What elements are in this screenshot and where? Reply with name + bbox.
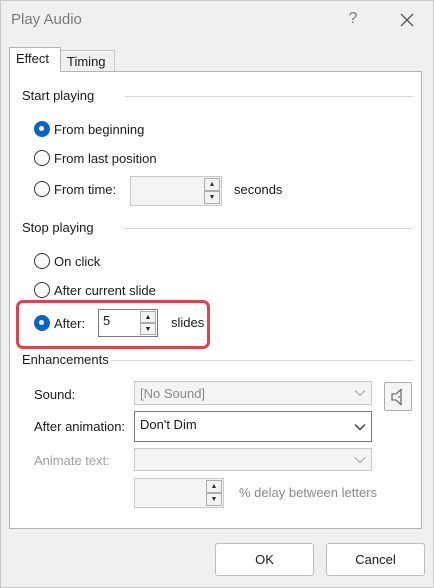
spin-down-icon[interactable]: ▼ (206, 493, 222, 506)
after-slides-spin-buttons: ▲ ▼ (140, 311, 156, 335)
radio-after-current-slide-label: After current slide (54, 282, 156, 298)
enhancements-divider (111, 360, 413, 361)
radio-from-last-position[interactable]: From last position (34, 148, 157, 168)
speaker-icon (391, 387, 402, 406)
tab-effect[interactable]: Effect (9, 47, 61, 72)
radio-button (34, 253, 50, 269)
spin-up-icon[interactable]: ▲ (204, 178, 220, 191)
radio-from-time-label: From time: (54, 181, 117, 197)
radio-button (34, 282, 50, 298)
seconds-label: seconds (234, 182, 283, 197)
stop-playing-divider (123, 228, 413, 229)
spin-down-icon[interactable]: ▼ (204, 191, 220, 204)
after-slides-spinner[interactable]: 5 ▲ ▼ (98, 309, 158, 337)
dialog-title: Play Audio (11, 11, 82, 28)
animate-text-dropdown[interactable] (134, 448, 372, 471)
sound-value: [No Sound] (140, 386, 206, 401)
radio-after[interactable]: After: (34, 313, 85, 333)
from-time-spin-buttons: ▲ ▼ (204, 178, 220, 204)
slides-label: slides (171, 315, 205, 330)
tab-effect-label: Effect (16, 51, 50, 66)
after-slides-value: 5 (103, 313, 111, 328)
chevron-down-icon (349, 412, 371, 441)
chevron-down-icon (349, 449, 371, 470)
ok-button[interactable]: OK (215, 543, 314, 576)
stop-playing-heading: Stop playing (22, 220, 94, 235)
radio-from-beginning-label: From beginning (54, 121, 145, 137)
tab-timing[interactable]: Timing (61, 50, 115, 72)
letter-delay-spin-buttons: ▲ ▼ (206, 480, 222, 506)
letter-delay-spinner[interactable]: ▲ ▼ (134, 478, 224, 508)
sound-label: Sound: (34, 387, 76, 402)
delay-between-letters-label: % delay between letters (239, 485, 378, 500)
sound-dropdown[interactable]: [No Sound] (134, 381, 372, 405)
tab-timing-label: Timing (67, 54, 106, 69)
radio-button (34, 315, 50, 331)
radio-from-time[interactable]: From time: (34, 179, 116, 199)
title-bar: Play Audio ? (1, 1, 433, 39)
spin-down-icon[interactable]: ▼ (140, 323, 156, 335)
radio-on-click-label: On click (54, 253, 101, 269)
cancel-button[interactable]: Cancel (326, 543, 425, 576)
after-animation-label: After animation: (34, 419, 126, 434)
radio-button (34, 181, 50, 197)
after-animation-value: Don't Dim (140, 417, 197, 432)
radio-button (34, 121, 50, 137)
start-playing-divider (125, 96, 413, 97)
help-button[interactable]: ? (343, 8, 363, 30)
radio-from-last-position-label: From last position (54, 150, 157, 166)
cancel-button-label: Cancel (355, 552, 396, 567)
sound-preview-button[interactable] (384, 382, 412, 411)
ok-button-label: OK (255, 552, 274, 567)
close-icon (400, 13, 414, 27)
from-time-spinner[interactable]: ▲ ▼ (130, 176, 222, 206)
chevron-down-icon (349, 382, 371, 404)
animate-text-label: Animate text: (34, 453, 110, 468)
after-animation-dropdown[interactable]: Don't Dim (134, 411, 372, 442)
radio-button (34, 150, 50, 166)
spin-up-icon[interactable]: ▲ (206, 480, 222, 493)
start-playing-heading: Start playing (22, 88, 95, 103)
spin-up-icon[interactable]: ▲ (140, 311, 156, 323)
close-button[interactable] (395, 8, 419, 32)
radio-from-beginning[interactable]: From beginning (34, 119, 144, 139)
play-audio-dialog: Play Audio ? Effect Timing Start playing… (0, 0, 434, 588)
radio-on-click[interactable]: On click (34, 251, 100, 271)
radio-after-current-slide[interactable]: After current slide (34, 280, 156, 300)
enhancements-heading: Enhancements (22, 352, 109, 367)
radio-after-label: After: (54, 315, 86, 331)
